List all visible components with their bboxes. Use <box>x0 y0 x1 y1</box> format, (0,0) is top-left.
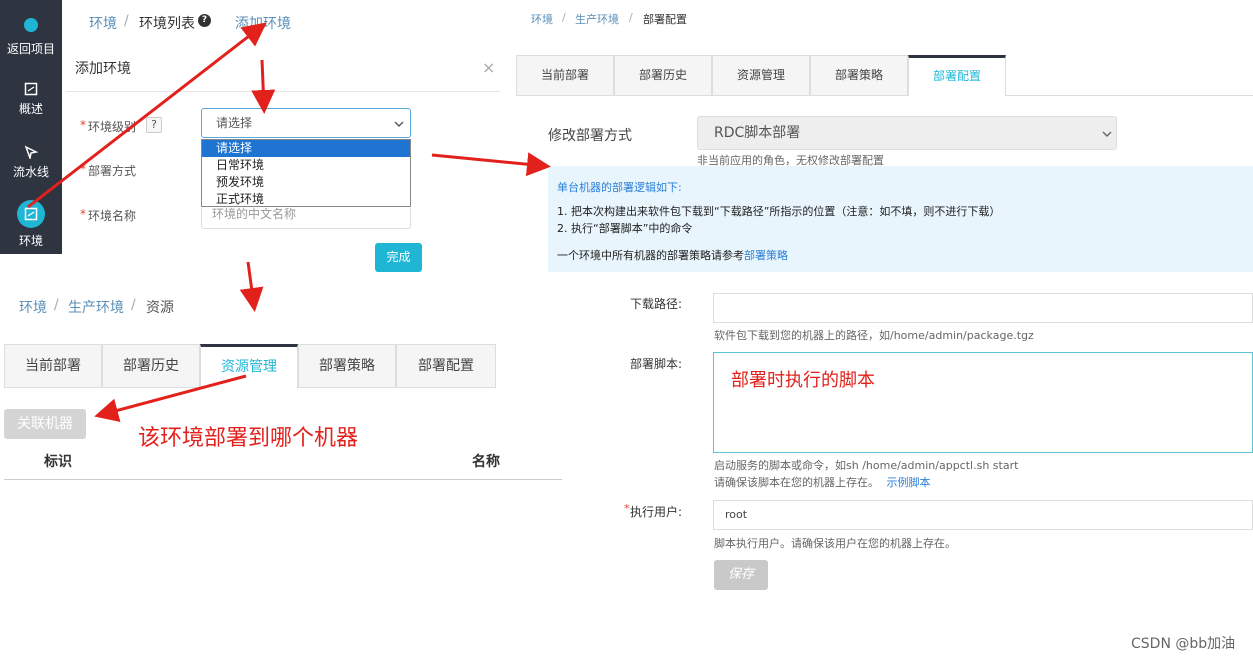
arrow-dialog-to-config <box>431 152 551 177</box>
arrow-dialog-to-resource <box>239 261 264 312</box>
annotation-arrows <box>27 22 551 422</box>
arrow-tab-to-button <box>94 374 247 422</box>
arrow-sidebar-to-add <box>27 22 267 209</box>
arrow-add-to-select <box>251 59 276 114</box>
